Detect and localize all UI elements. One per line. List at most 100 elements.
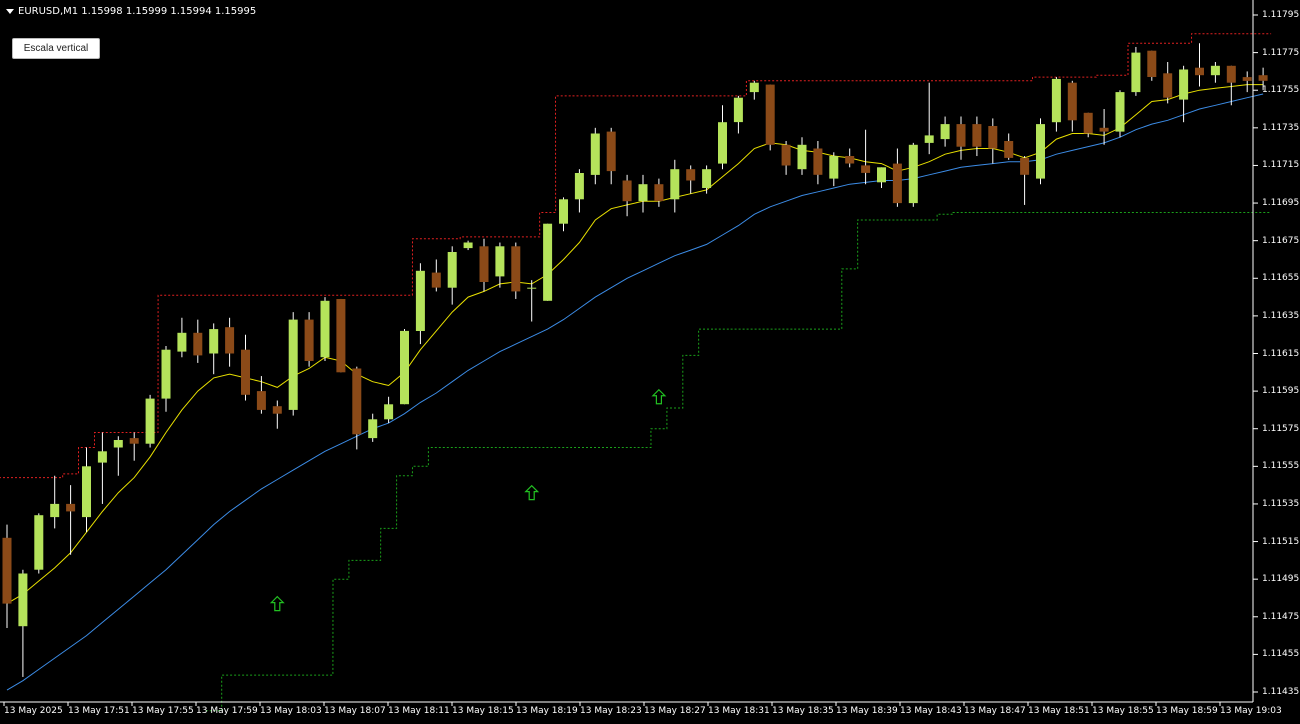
symbol-header: EURUSD,M1 1.15998 1.15999 1.15994 1.1599… [18,6,257,17]
candle [304,312,314,367]
slow-ma-path [6,93,1264,691]
candle [129,432,139,461]
chart-window[interactable]: EURUSD,M1 1.15998 1.15999 1.15994 1.1599… [0,0,1300,724]
time-tick-label: 13 May 18:31 [708,706,770,716]
candle [1163,62,1173,104]
price-tick-label: 1.11755 [1262,85,1300,96]
candle [622,174,632,217]
price-chart[interactable] [0,0,1300,724]
candle [1147,50,1157,81]
axes [0,0,1254,703]
support-line [205,212,1272,712]
candle-body [1195,67,1204,76]
price-tick-label: 1.11635 [1262,310,1300,321]
time-tick-label: 13 May 2025 [4,706,63,716]
candle [384,396,394,424]
candle [559,197,568,232]
price-tick-label: 1.11615 [1262,348,1300,359]
candle-body [97,451,107,463]
candle-body [50,503,60,518]
price-tick-label: 1.11535 [1262,498,1300,509]
candle [718,105,727,170]
candle [368,413,378,442]
candle [177,317,187,358]
candle [2,524,12,629]
candle [1051,77,1061,132]
candle-body [18,573,28,627]
candle [241,334,250,401]
candle-body [972,124,982,147]
candle-body [368,419,378,439]
price-tick-label: 1.11575 [1262,423,1300,434]
candle [574,169,584,213]
time-tick-label: 13 May 18:07 [324,706,386,716]
candle [352,366,362,450]
candle [66,485,76,555]
candle-body [1083,112,1093,134]
candle [606,127,616,185]
vertical-scale-button[interactable]: Escala vertical [12,38,100,59]
time-tick-label: 13 May 18:47 [964,706,1026,716]
chart-header: EURUSD,M1 1.15998 1.15999 1.15994 1.1599… [6,6,256,17]
candle-body [813,148,823,175]
candle [82,447,91,533]
candle [479,238,489,292]
time-tick-label: 13 May 18:19 [516,706,578,716]
candle [686,165,696,194]
candle-body [574,173,584,200]
candle-body [670,169,680,200]
candle [1242,71,1252,93]
price-tick-label: 1.11595 [1262,386,1300,397]
candle-body [1067,82,1077,121]
candle-body [241,349,250,395]
candle-body [1242,77,1252,81]
time-tick-label: 13 May 18:03 [260,706,322,716]
candle [225,317,235,367]
candle [1226,65,1236,106]
time-tick-label: 13 May 18:51 [1028,706,1090,716]
candle [1099,109,1109,145]
candle [193,319,203,363]
candle [288,312,298,416]
arrow-up-icon [651,388,667,405]
candle [797,137,807,175]
time-tick-label: 13 May 17:55 [132,706,194,716]
candle-body [924,135,934,143]
candle [495,242,505,288]
candle [781,140,791,175]
candle-body [161,349,171,399]
candle [272,400,282,429]
candle-body [479,246,489,282]
candle [400,329,409,405]
candle-body [527,287,537,289]
candle-body [384,404,394,420]
candle [765,84,775,151]
candle [1195,43,1204,87]
candle [145,394,155,448]
candle-body [400,330,409,405]
candle [829,152,839,187]
candle-body [543,223,553,301]
candle [749,80,759,100]
candle [511,242,521,299]
candle-body [606,131,616,172]
candle-body [145,398,155,444]
candle [908,142,918,207]
candle-body [66,503,76,512]
candle-body [797,144,807,170]
candle-body [304,319,314,361]
price-tick-label: 1.11675 [1262,235,1300,246]
candle-body [733,97,743,123]
candle-body [272,406,282,414]
candle-body [2,537,12,604]
candle [733,95,743,134]
candle [940,116,950,147]
candle-body [82,466,91,518]
candle [18,569,28,677]
chevron-down-icon[interactable] [6,9,14,14]
price-tick-label: 1.11775 [1262,47,1300,58]
candle [861,129,871,185]
time-tick-label: 13 May 17:59 [196,706,258,716]
candle-body [590,133,600,175]
candle-body [1131,52,1141,93]
